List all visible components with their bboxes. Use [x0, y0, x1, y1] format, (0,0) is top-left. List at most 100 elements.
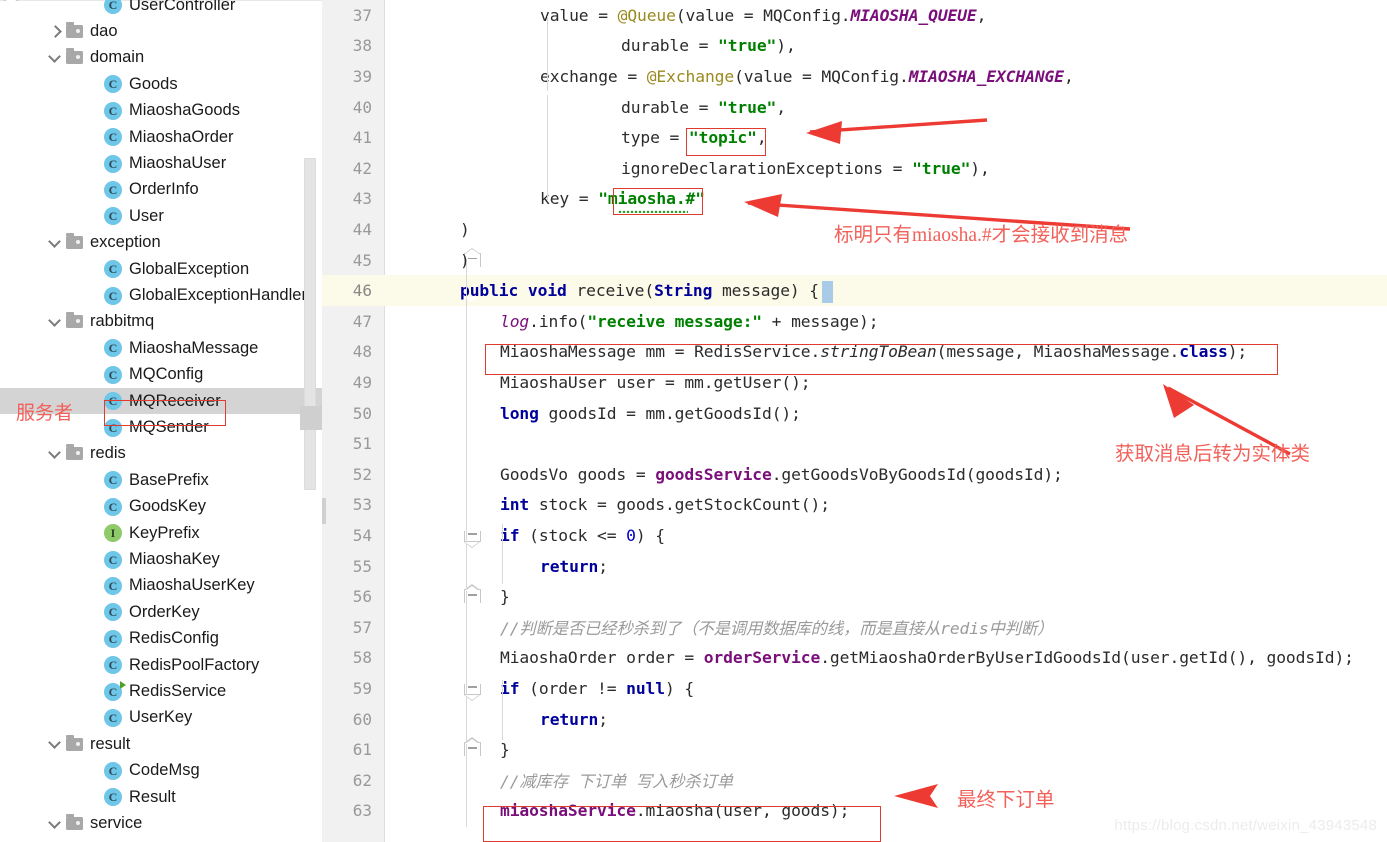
code-line[interactable]: 59 if (order != null) { — [322, 673, 1387, 704]
tree-item-redispoolfactory[interactable]: C RedisPoolFactory — [0, 652, 322, 678]
tree-item-globalexceptionhandler[interactable]: C GlobalExceptionHandler — [0, 282, 322, 308]
code-line[interactable]: 56} — [322, 581, 1387, 612]
code-text: ignoreDeclarationExceptions = "true"), — [621, 158, 990, 178]
tree-item-globalexception[interactable]: C GlobalException — [0, 256, 322, 282]
chevron-right-icon[interactable] — [44, 26, 66, 38]
tree-item-orderkey[interactable]: C OrderKey — [0, 599, 322, 625]
code-line[interactable]: 48 MiaoshaMessage mm = RedisService.strin… — [322, 337, 1387, 368]
code-text: exchange = @Exchange(value = MQConfig.MI… — [540, 66, 1074, 86]
line-number: 38 — [352, 36, 372, 56]
project-tree-panel[interactable]: C UserController dao domain C Goods C MiaoshaGo… — [0, 0, 322, 842]
chevron-down-icon[interactable] — [44, 448, 66, 460]
tree-item-usercontroller[interactable]: C UserController — [0, 0, 322, 18]
class-icon: C — [104, 180, 122, 199]
tree-item-baseprefix[interactable]: C BasePrefix — [0, 467, 322, 493]
code-text: miaoshaService.miaosha(user, goods); — [500, 801, 850, 821]
tree-item-miaoshamessage[interactable]: C MiaoshaMessage — [0, 335, 322, 361]
code-line[interactable]: 54 if (stock <= 0) { — [322, 520, 1387, 551]
code-text: //判断是否已经秒杀到了（不是调用数据库的线，而是直接从redis中判断） — [500, 619, 1054, 639]
class-icon: C — [104, 260, 122, 279]
code-line[interactable]: 53 int stock = goods.getStockCount(); — [322, 490, 1387, 521]
tree-item-dao[interactable]: dao — [0, 18, 322, 44]
code-line[interactable]: 47 log.info("receive message:" + message)… — [322, 306, 1387, 337]
arrow-topic-exchange — [806, 118, 988, 144]
class-icon: C — [104, 629, 122, 648]
code-line[interactable]: 38 durable = "true"), — [322, 31, 1387, 62]
code-line[interactable]: 45) — [322, 245, 1387, 276]
code-line[interactable]: 60 return; — [322, 704, 1387, 735]
tree-item-userkey[interactable]: C UserKey — [0, 705, 322, 731]
note-miaosha-key: 标明只有miaosha.#才会接收到消息 — [834, 225, 1129, 246]
code-line[interactable]: 46 public void receive(String message) { — [322, 275, 1387, 306]
tree-item-goodskey[interactable]: C GoodsKey — [0, 494, 322, 520]
tree-item-domain[interactable]: domain — [0, 45, 322, 71]
code-line[interactable]: 57 //判断是否已经秒杀到了（不是调用数据库的线，而是直接从redis中判断） — [322, 612, 1387, 643]
tree-item-redisconfig[interactable]: C RedisConfig — [0, 626, 322, 652]
code-editor[interactable]: 37 value = @Queue(value = MQConfig.MIAOSH… — [3, 0, 1387, 842]
tree-scrollbar-thumb[interactable] — [304, 158, 316, 490]
tree-item-miaoshauser[interactable]: C MiaoshaUser — [0, 150, 322, 176]
tree-item-label: dao — [90, 22, 118, 41]
code-line[interactable]: 62 //减库存 下订单 写入秒杀订单 — [322, 765, 1387, 796]
tree-item-service[interactable]: service — [0, 810, 322, 836]
tree-item-label: GlobalExceptionHandler — [129, 286, 307, 305]
spellcheck-squiggle — [618, 209, 688, 213]
code-line[interactable]: 37 value = @Queue(value = MQConfig.MIAOSH… — [322, 0, 1387, 31]
tree-item-label: MiaoshaUserKey — [129, 576, 255, 595]
tree-item-label: Goods — [129, 74, 178, 93]
tree-item-exception[interactable]: exception — [0, 230, 322, 256]
tree-item-miaoshagoods[interactable]: C MiaoshaGoods — [0, 98, 322, 124]
chevron-down-icon[interactable] — [44, 316, 66, 328]
code-line[interactable]: 58 MiaoshaOrder order = orderService.getM… — [322, 643, 1387, 674]
tree-item-label: service — [90, 814, 143, 833]
tree-item-label: MQReceiver — [129, 391, 221, 410]
tree-item-redis[interactable]: redis — [0, 441, 322, 467]
tree-item-mqconfig[interactable]: C MQConfig — [0, 362, 322, 388]
tree-item-miaoshakey[interactable]: C MiaoshaKey — [0, 546, 322, 572]
tree-item-label: UserKey — [129, 708, 193, 727]
tree-item-result[interactable]: result — [0, 731, 322, 757]
ide-window: C UserController dao domain C Goods C MiaoshaGo… — [0, 0, 1387, 842]
code-line[interactable]: 61} — [322, 734, 1387, 765]
tree-item-goods[interactable]: C Goods — [0, 71, 322, 97]
tree-item-label: BasePrefix — [129, 470, 209, 489]
class-icon: C — [104, 708, 122, 727]
code-text: int stock = goods.getStockCount(); — [500, 495, 830, 515]
text-caret — [822, 281, 833, 303]
code-text: return; — [540, 556, 608, 576]
code-line[interactable]: 39 exchange = @Exchange(value = MQConfig.… — [322, 61, 1387, 92]
line-number: 42 — [352, 158, 372, 178]
code-line[interactable]: 55 return; — [322, 551, 1387, 582]
line-number: 54 — [352, 525, 372, 545]
chevron-down-icon[interactable] — [44, 738, 66, 750]
class-icon: C — [104, 392, 122, 411]
line-number: 45 — [352, 250, 372, 270]
code-text: MiaoshaUser user = mm.getUser(); — [500, 372, 811, 392]
tree-scrollbar-thumb-secondary[interactable] — [300, 406, 322, 430]
line-number: 50 — [352, 403, 372, 423]
tree-item-label: UserController — [129, 0, 236, 14]
tree-item-result[interactable]: C Result — [0, 784, 322, 810]
tree-item-miaoshaorder[interactable]: C MiaoshaOrder — [0, 124, 322, 150]
chevron-down-icon[interactable] — [44, 237, 66, 249]
tree-item-keyprefix[interactable]: I KeyPrefix — [0, 520, 322, 546]
tree-annotation-label: 服务者 — [16, 403, 74, 424]
tree-item-label: RedisPoolFactory — [129, 655, 260, 674]
line-number: 41 — [352, 128, 372, 148]
fold-marker-collapse[interactable] — [3, 0, 20, 17]
tree-item-codemsg[interactable]: C CodeMsg — [0, 758, 322, 784]
tree-item-user[interactable]: C User — [0, 203, 322, 229]
tree-item-orderinfo[interactable]: C OrderInfo — [0, 177, 322, 203]
tree-item-redisservice[interactable]: C RedisService — [0, 678, 322, 704]
code-text: if (order != null) { — [500, 678, 695, 698]
interface-icon: I — [104, 524, 122, 543]
tree-item-label: domain — [90, 48, 145, 67]
class-icon: C — [104, 286, 122, 305]
code-text: MiaoshaMessage mm = RedisService.stringT… — [500, 342, 1248, 362]
code-line[interactable]: 42 ignoreDeclarationExceptions = "true"), — [322, 153, 1387, 184]
chevron-down-icon[interactable] — [44, 52, 66, 64]
class-icon: C — [104, 576, 122, 595]
tree-item-rabbitmq[interactable]: rabbitmq — [0, 309, 322, 335]
chevron-down-icon[interactable] — [44, 818, 66, 830]
tree-item-miaoshauserkey[interactable]: C MiaoshaUserKey — [0, 573, 322, 599]
